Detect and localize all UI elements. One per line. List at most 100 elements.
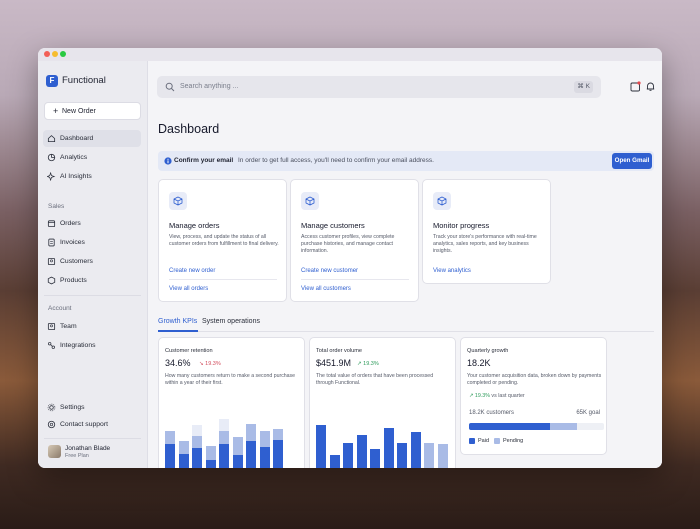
account-section-label: Account	[48, 305, 72, 312]
card-divider	[169, 279, 277, 280]
kpi-title: Quarterly growth	[467, 348, 509, 354]
retention-bar-primary	[165, 444, 175, 468]
sidebar-item-label: AI Insights	[60, 173, 92, 180]
sidebar-item-contact-support[interactable]: Contact support	[43, 416, 141, 433]
retention-bar-primary	[232, 455, 243, 468]
customers-icon	[47, 257, 56, 266]
tab-growth-kpis[interactable]: Growth KPIs	[158, 317, 197, 326]
invoice-icon	[48, 238, 55, 247]
main-content: Search anything ... ⌘ K Dashboard Confir…	[148, 61, 662, 468]
card-manage-orders: Manage orders View, process, and update …	[158, 179, 287, 302]
create-new-order-link[interactable]: Create new order	[169, 268, 215, 275]
kpi-description: The total value of orders that have been…	[316, 373, 434, 386]
box-icon	[301, 192, 319, 210]
retention-bar-primary	[246, 440, 256, 468]
delta-value: ↗ 19.3%	[469, 393, 490, 399]
view-analytics-link[interactable]: View analytics	[433, 268, 471, 275]
sidebar-item-orders[interactable]: Orders	[43, 215, 141, 232]
legend-pending: Pending	[503, 438, 524, 444]
inbox-icon[interactable]	[630, 81, 641, 92]
sidebar-item-customers[interactable]: Customers	[43, 253, 141, 270]
kpi-value: 18.2K	[467, 358, 491, 368]
close-window-button[interactable]	[44, 51, 50, 57]
kpi-delta: ↘ 19.3%	[199, 361, 221, 367]
delta-suffix: vs last quarter	[491, 393, 525, 399]
email-confirm-banner: Confirm your email In order to get full …	[158, 151, 654, 171]
kpi-quarterly-growth: Quarterly growth 18.2K Your customer acq…	[460, 337, 607, 455]
info-icon	[164, 157, 172, 165]
window-titlebar	[38, 48, 662, 61]
retention-bar-primary	[259, 446, 270, 468]
sidebar-item-label: Analytics	[60, 154, 88, 161]
kpi-title: Total order volume	[316, 348, 363, 354]
sidebar-item-label: Settings	[60, 404, 85, 411]
card-monitor-progress: Monitor progress Track your store's perf…	[422, 179, 551, 284]
kpi-delta: ↗ 19.3% vs last quarter	[469, 393, 525, 399]
tab-divider	[158, 331, 654, 332]
volume-bar	[383, 427, 394, 468]
retention-bar-primary	[205, 460, 216, 468]
product-icon	[47, 276, 56, 285]
sidebar-item-label: Integrations	[60, 342, 96, 349]
view-all-customers-link[interactable]: View all customers	[301, 286, 351, 293]
volume-bar	[329, 455, 340, 468]
sidebar-item-team[interactable]: Team	[43, 318, 141, 335]
card-description: Track your store's performance with real…	[433, 234, 537, 254]
open-gmail-button[interactable]: Open Gmail	[612, 153, 652, 169]
card-title: Manage orders	[169, 221, 220, 230]
search-bar[interactable]: Search anything ... ⌘ K	[157, 76, 601, 98]
support-icon	[47, 420, 56, 429]
sidebar-item-ai-insights[interactable]: AI Insights	[43, 168, 141, 185]
minimize-window-button[interactable]	[52, 51, 58, 57]
volume-bar	[424, 443, 434, 468]
sales-section-label: Sales	[48, 203, 65, 210]
retention-bar-primary	[178, 454, 189, 468]
tab-system-operations[interactable]: System operations	[202, 317, 260, 326]
app-logo: F	[46, 75, 58, 87]
progress-paid-fill	[469, 423, 550, 430]
sidebar-item-label: Contact support	[60, 421, 108, 428]
volume-bar	[410, 432, 421, 468]
search-input[interactable]: Search anything ...	[180, 83, 238, 91]
sidebar-item-settings[interactable]: Settings	[43, 399, 141, 416]
new-order-button[interactable]: + New Order	[44, 102, 141, 120]
box-icon	[47, 220, 56, 228]
card-description: Access customer profiles, view complete …	[301, 234, 395, 254]
volume-bar	[437, 444, 448, 468]
sidebar-item-invoices[interactable]: Invoices	[43, 234, 141, 251]
card-title: Manage customers	[301, 221, 365, 230]
legend-swatch-paid	[469, 438, 475, 444]
sidebar-item-label: Customers	[60, 258, 93, 265]
kpi-value: 34.6%	[165, 358, 191, 368]
card-divider	[301, 279, 409, 280]
avatar	[48, 445, 61, 458]
integrations-icon	[48, 342, 55, 349]
volume-bar	[370, 449, 380, 468]
sidebar-item-integrations[interactable]: Integrations	[43, 337, 141, 354]
volume-bar	[316, 425, 326, 468]
sidebar: F Functional + New Order Dashboard Analy…	[38, 61, 148, 468]
sidebar-item-analytics[interactable]: Analytics	[43, 149, 141, 166]
create-new-customer-link[interactable]: Create new customer	[301, 268, 358, 275]
chart-pie-icon	[47, 153, 56, 162]
maximize-window-button[interactable]	[60, 51, 66, 57]
sidebar-item-products[interactable]: Products	[43, 272, 141, 289]
retention-bar-primary	[273, 439, 283, 468]
kpi-delta: ↗ 19.3%	[357, 361, 379, 367]
active-tab-indicator	[158, 330, 198, 332]
card-description: View, process, and update the status of …	[169, 234, 279, 247]
box-icon	[433, 192, 451, 210]
sidebar-item-dashboard[interactable]: Dashboard	[43, 130, 141, 147]
legend-paid: Paid	[478, 438, 490, 444]
bell-icon[interactable]	[645, 81, 656, 92]
goal-label: 65K goal	[576, 410, 600, 416]
app-name: Functional	[62, 75, 106, 86]
sidebar-divider	[44, 295, 141, 296]
kpi-description: Your customer acquisition data, broken d…	[467, 373, 602, 386]
search-shortcut: ⌘ K	[574, 81, 593, 93]
kpi-description: How many customers return to make a seco…	[165, 373, 296, 386]
kpi-customer-retention: Customer retention 34.6% ↘ 19.3% How man…	[158, 337, 305, 468]
user-plan: Free Plan	[65, 453, 89, 459]
view-all-orders-link[interactable]: View all orders	[169, 286, 208, 293]
sidebar-item-label: Invoices	[60, 239, 85, 246]
